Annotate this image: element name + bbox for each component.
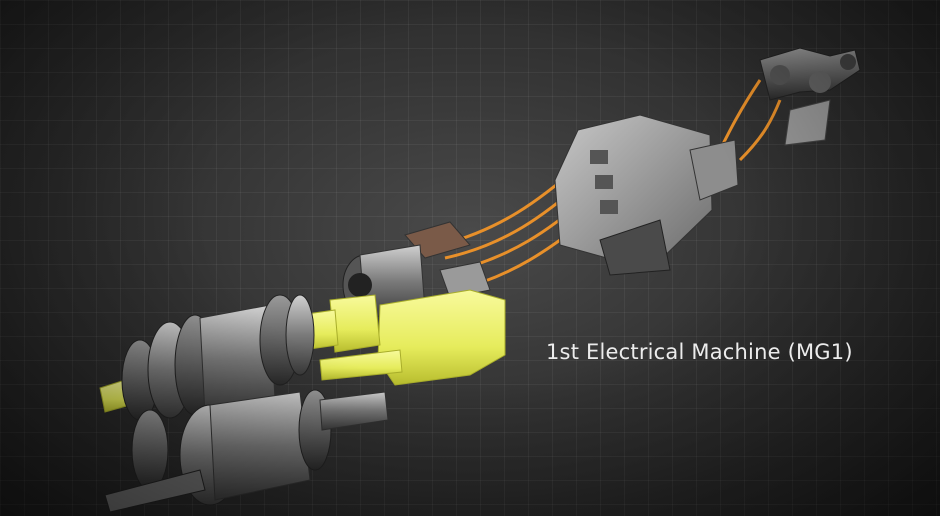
power-electronics-unit bbox=[554, 114, 739, 276]
drivetrain-illustration bbox=[99, 47, 861, 513]
component-caption: 1st Electrical Machine (MG1) bbox=[546, 340, 853, 364]
top-connectors bbox=[759, 47, 861, 146]
